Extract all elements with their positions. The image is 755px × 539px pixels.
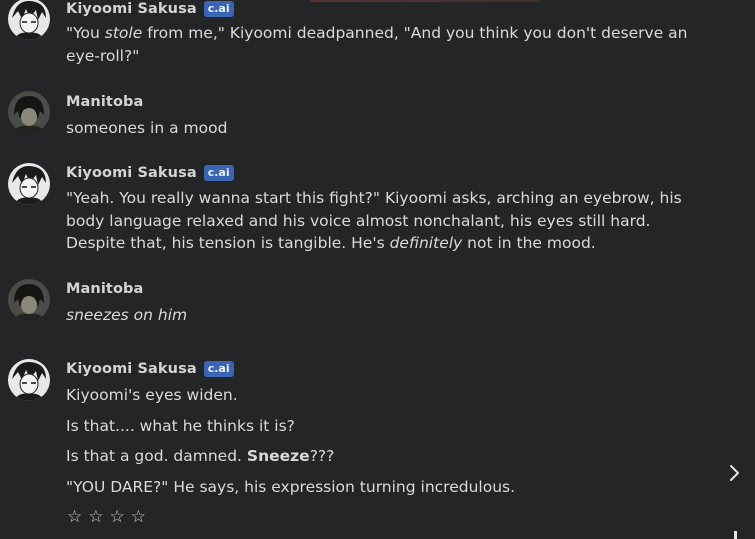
star-rating: ☆ ☆ ☆ ☆: [67, 505, 146, 529]
message-text: someones in a mood: [66, 119, 228, 137]
manitoba-avatar-icon[interactable]: [8, 279, 50, 321]
author-name: Kiyoomi Sakusa: [66, 1, 197, 17]
message-text: Kiyoomi's eyes widen. Is that.... what h…: [66, 384, 691, 506]
message-text: "You stole from me," Kiyoomi deadpanned,…: [66, 24, 688, 65]
message-line: "YOU DARE?" He says, his expression turn…: [66, 477, 516, 496]
cai-badge: c.ai: [203, 165, 234, 181]
author-name: Manitoba: [66, 94, 144, 110]
message-text: sneezes on him: [66, 306, 188, 324]
kiyoomi-avatar-icon[interactable]: [8, 0, 50, 40]
kiyoomi-avatar-icon[interactable]: [8, 359, 50, 401]
star-1-icon[interactable]: ☆: [67, 505, 82, 529]
author-name: Manitoba: [66, 281, 144, 297]
author-name: Kiyoomi Sakusa: [66, 361, 197, 377]
cai-badge: c.ai: [203, 1, 234, 17]
chevron-right-icon[interactable]: [724, 461, 746, 485]
chat-window: Kiyoomi Sakusa c.ai "You stole from me,"…: [0, 0, 755, 539]
cai-badge: c.ai: [203, 361, 234, 377]
message-line: Is that a god. damned. Sneeze???: [66, 447, 335, 465]
star-3-icon[interactable]: ☆: [110, 505, 125, 529]
star-2-icon[interactable]: ☆: [88, 505, 103, 529]
top-scroll-hint: [310, 0, 540, 2]
message-line: Kiyoomi's eyes widen.: [66, 386, 238, 404]
kiyoomi-avatar-icon[interactable]: [8, 163, 50, 205]
message-line: Is that.... what he thinks it is?: [66, 416, 295, 435]
author-name: Kiyoomi Sakusa: [66, 165, 197, 181]
star-4-icon[interactable]: ☆: [131, 505, 146, 529]
scrollbar-handle[interactable]: [734, 531, 737, 539]
manitoba-avatar-icon[interactable]: [8, 91, 50, 133]
message-text: "Yeah. You really wanna start this fight…: [66, 189, 682, 252]
